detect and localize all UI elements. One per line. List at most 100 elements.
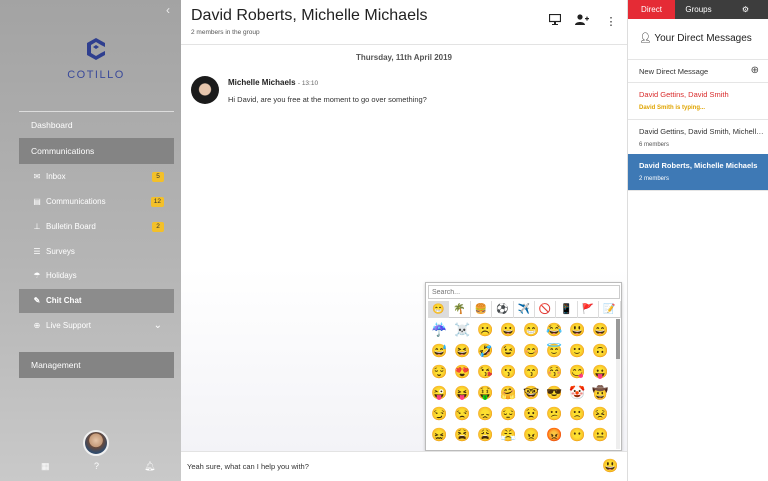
emoji-option[interactable]: 😚 xyxy=(543,361,566,382)
emoji-option[interactable]: 😌 xyxy=(428,361,451,382)
count-badge: 5 xyxy=(152,172,164,182)
emoji-option[interactable]: 😗 xyxy=(497,361,520,382)
emoji-option[interactable]: 🤠 xyxy=(589,382,612,403)
emoji-option[interactable]: ☹️ xyxy=(474,319,497,340)
emoji-option[interactable]: 😞 xyxy=(474,403,497,424)
emoji-option[interactable]: 😜 xyxy=(428,382,451,403)
emoji-option[interactable]: 🤑 xyxy=(474,382,497,403)
nav-dashboard[interactable]: Dashboard xyxy=(19,112,174,138)
more-options-icon[interactable]: ⋮ xyxy=(603,14,619,30)
emoji-option[interactable]: 😘 xyxy=(474,361,497,382)
emoji-option[interactable]: 🤗 xyxy=(497,382,520,403)
emoji-option[interactable]: 😝 xyxy=(451,382,474,403)
emoji-option[interactable]: 😡 xyxy=(543,424,566,445)
emoji-button[interactable]: 😃 xyxy=(602,458,618,474)
emoji-option[interactable]: 😆 xyxy=(451,340,474,361)
message-input[interactable] xyxy=(187,456,587,476)
emoji-option[interactable]: 😣 xyxy=(589,403,612,424)
emoji-option[interactable]: 😄 xyxy=(589,319,612,340)
emoji-option[interactable]: ☔ xyxy=(428,319,451,340)
emoji-option[interactable]: 🤡 xyxy=(566,382,589,403)
emoji-option[interactable]: 🤓 xyxy=(520,382,543,403)
emoji-option[interactable]: 😁 xyxy=(520,319,543,340)
add-user-icon[interactable] xyxy=(574,14,590,30)
date-separator: Thursday, 11th April 2019 xyxy=(355,53,453,62)
chevron-down-icon: ⌄ xyxy=(153,320,162,331)
conversation-item[interactable]: David Gettins, David Smith, Michelle Mic… xyxy=(628,120,768,157)
emoji-category-tab[interactable]: 📱 xyxy=(556,301,578,318)
emoji-option[interactable]: 😋 xyxy=(566,361,589,382)
emoji-category-tab[interactable]: 📝 xyxy=(599,301,621,318)
sidebar-item-chit-chat[interactable]: ✎ Chit Chat xyxy=(19,289,174,313)
gear-icon[interactable]: ⚙ xyxy=(722,0,768,19)
emoji-option[interactable]: 😉 xyxy=(497,340,520,361)
sidebar-item-inbox[interactable]: ✉ Inbox 5 xyxy=(19,165,174,189)
conversation-item[interactable]: David Roberts, Michelle Michaels 2 membe… xyxy=(628,154,768,191)
tab-groups[interactable]: Groups xyxy=(675,0,722,19)
support-icon: ⊕ xyxy=(33,321,41,330)
tab-direct[interactable]: Direct xyxy=(628,0,675,19)
new-direct-message-button[interactable]: New Direct Message ⊕ xyxy=(628,59,768,83)
emoji-option[interactable]: 😎 xyxy=(543,382,566,403)
emoji-option[interactable]: 🤣 xyxy=(474,340,497,361)
emoji-option[interactable]: 🙂 xyxy=(566,340,589,361)
chevron-left-icon[interactable]: ‹ xyxy=(166,3,170,17)
emoji-category-tab[interactable]: 🚫 xyxy=(535,301,557,318)
grid-icon[interactable]: ▦ xyxy=(41,461,50,472)
emoji-search-input[interactable] xyxy=(428,285,620,299)
emoji-category-tab[interactable]: ✈️ xyxy=(514,301,535,318)
sidebar-item-live-support[interactable]: ⊕ Live Support ⌄ xyxy=(19,314,174,338)
new-direct-message-label: New Direct Message xyxy=(639,67,709,76)
sidebar-item-label: Holidays xyxy=(46,271,77,280)
emoji-option[interactable]: 😙 xyxy=(520,361,543,382)
sidebar-item-communications[interactable]: ▤ Communications 12 xyxy=(19,190,174,214)
logo: COTILLO xyxy=(66,36,126,81)
emoji-option[interactable]: ☠️ xyxy=(451,319,474,340)
bell-icon[interactable]: 🔔︎ xyxy=(144,461,155,472)
emoji-category-tab[interactable]: 🍔 xyxy=(471,301,493,318)
emoji-option[interactable]: 😐 xyxy=(589,424,612,445)
emoji-option[interactable]: 😒 xyxy=(451,403,474,424)
emoji-option[interactable]: 😛 xyxy=(589,361,612,382)
emoji-option[interactable]: 😊 xyxy=(520,340,543,361)
emoji-option[interactable]: 😃 xyxy=(566,319,589,340)
screen-share-icon[interactable] xyxy=(547,13,563,30)
emoji-option[interactable]: 😍 xyxy=(451,361,474,382)
emoji-option[interactable]: 😟 xyxy=(520,403,543,424)
sidebar-item-surveys[interactable]: ☰ Surveys xyxy=(19,240,174,264)
chat-composer: 😃 xyxy=(181,451,627,481)
emoji-scrollbar[interactable] xyxy=(616,319,620,449)
emoji-grid: ☔ ☠️ ☹️ 😀 😁 😂 😃 😄 😅 😆 🤣 😉 😊 😇 🙂 🙃 😌 😍 😘 😗 😙 😚 😋 😛 😜 😝 🤑 🤗 🤓 😎 🤡 🤠 😏 😒 😞 😔 😟 😕… xyxy=(428,319,615,449)
emoji-category-tab[interactable]: 🚩 xyxy=(578,301,600,318)
emoji-option[interactable]: 😇 xyxy=(543,340,566,361)
help-icon[interactable]: ? xyxy=(94,461,99,471)
emoji-option[interactable]: 😕 xyxy=(543,403,566,424)
count-badge: 2 xyxy=(152,222,164,232)
emoji-option[interactable]: 🙁 xyxy=(566,403,589,424)
emoji-category-tab[interactable]: ⚽ xyxy=(492,301,514,318)
emoji-option[interactable]: 😫 xyxy=(451,424,474,445)
emoji-option[interactable]: 😤 xyxy=(497,424,520,445)
emoji-option[interactable]: 😠 xyxy=(520,424,543,445)
emoji-option[interactable]: 😂 xyxy=(543,319,566,340)
emoji-option[interactable]: 😏 xyxy=(428,403,451,424)
emoji-option[interactable]: 😔 xyxy=(497,403,520,424)
app-window: ‹ COTILLO Dashboard Communications ✉ Inb… xyxy=(0,0,768,481)
sidebar-item-label: Chit Chat xyxy=(46,296,82,305)
emoji-category-tab[interactable]: 🌴 xyxy=(449,301,471,318)
emoji-option[interactable]: 😶 xyxy=(566,424,589,445)
sidebar-item-holidays[interactable]: ☂ Holidays xyxy=(19,264,174,288)
avatar[interactable] xyxy=(83,430,109,456)
avatar[interactable] xyxy=(191,76,219,104)
emoji-option[interactable]: 😖 xyxy=(428,424,451,445)
emoji-category-tab[interactable]: 😁 xyxy=(428,301,450,318)
sidebar-item-bulletin-board[interactable]: ⊥ Bulletin Board 2 xyxy=(19,215,174,239)
conversation-item[interactable]: David Gettins, David Smith David Smith i… xyxy=(628,83,768,120)
nav-management[interactable]: Management xyxy=(19,352,174,378)
emoji-option[interactable]: 🙃 xyxy=(589,340,612,361)
emoji-option[interactable]: 😩 xyxy=(474,424,497,445)
emoji-option[interactable]: 😀 xyxy=(497,319,520,340)
nav-communications[interactable]: Communications xyxy=(19,138,174,164)
emoji-option[interactable]: 😅 xyxy=(428,340,451,361)
scroll-thumb[interactable] xyxy=(616,319,620,359)
